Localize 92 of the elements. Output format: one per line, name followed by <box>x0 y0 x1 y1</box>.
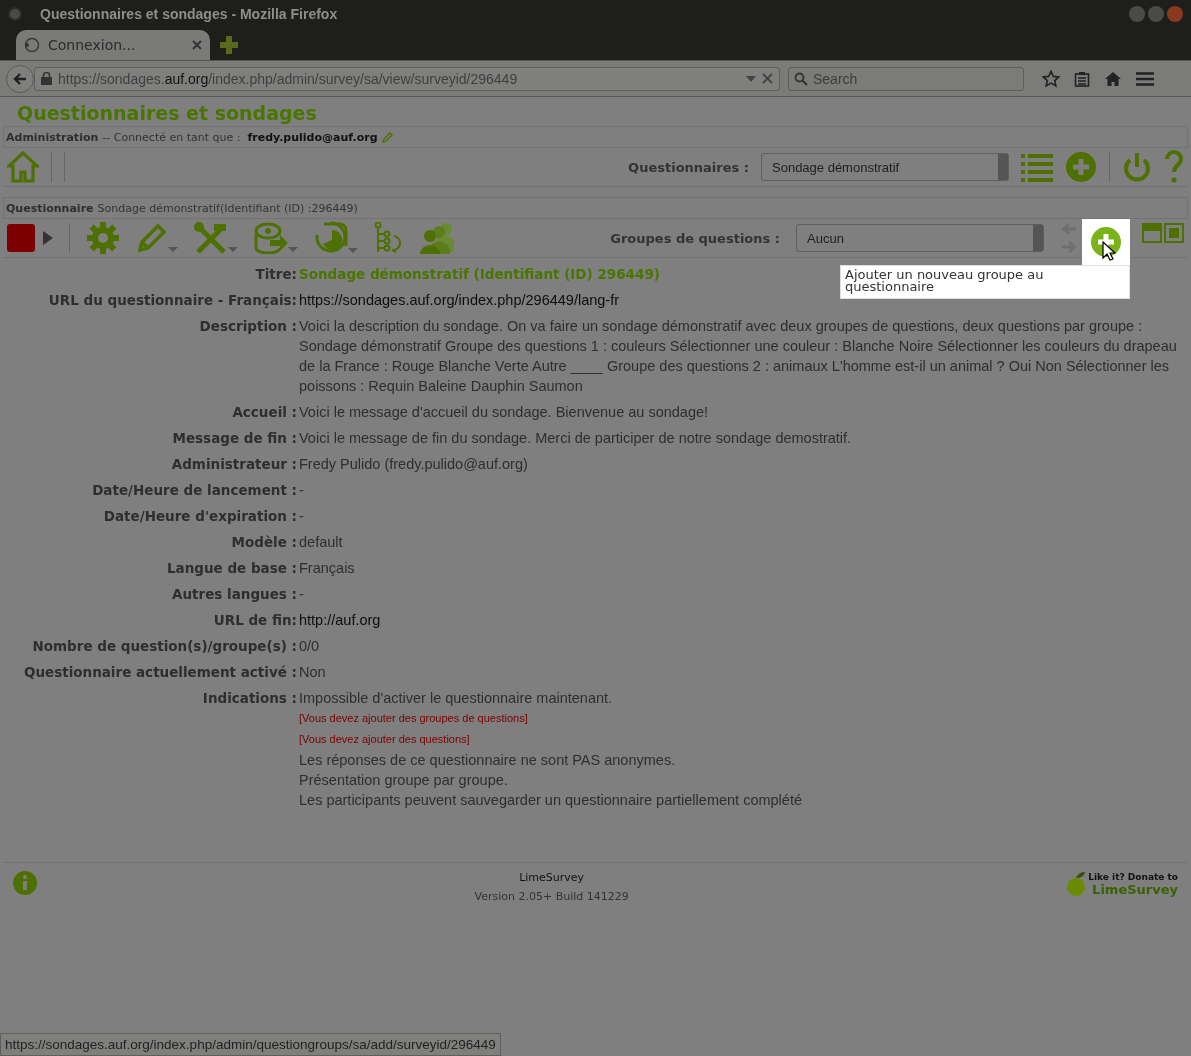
field-value: 0/0 <box>299 637 320 656</box>
close-button[interactable] <box>1167 6 1183 22</box>
layout-icon[interactable] <box>1142 223 1184 243</box>
loading-icon <box>24 37 40 53</box>
info-icon[interactable] <box>13 871 37 895</box>
field-label: URL de fin: <box>212 611 298 630</box>
tree-icon[interactable] <box>374 222 404 254</box>
minimize-button[interactable] <box>1129 6 1145 22</box>
settings-icon[interactable] <box>86 221 120 255</box>
donate-link[interactable]: Like it? Donate to LimeSurvey <box>1066 871 1178 897</box>
field-label: Message de fin : <box>171 429 298 448</box>
survey-select-label: Questionnaires : <box>628 159 749 175</box>
field-label: Questionnaire actuellement activé : <box>22 663 298 682</box>
field-label: Langue de base : <box>165 559 298 578</box>
survey-select[interactable]: Sondage démonstratif <box>761 153 1009 181</box>
field-value: Non <box>299 663 326 682</box>
question-group-select[interactable]: Aucun <box>796 224 1044 252</box>
warning-text: [Vous devez ajouter des questions] <box>299 732 470 747</box>
field-value: - <box>299 507 304 526</box>
field-value: Fredy Pulido (fredy.pulido@auf.org) <box>299 455 528 474</box>
field-label: Autres langues : <box>171 585 298 604</box>
play-icon[interactable] <box>43 231 53 245</box>
field-label: Nombre de question(s)/groupe(s) : <box>31 637 298 656</box>
field-value: Les participants peuvent sauvegarder un questionnaire partiellement complété <box>299 791 802 810</box>
field-value: http://auf.org <box>299 611 381 630</box>
menu-icon[interactable] <box>1136 71 1154 86</box>
field-value: Voici le message de fin du sondage. Merci de participer de notre sondage demostratif. <box>299 429 852 448</box>
field-value: Impossible d'activer le questionnaire maintenant. <box>299 689 613 708</box>
star-icon[interactable] <box>1042 69 1060 88</box>
caret-icon[interactable] <box>168 247 178 252</box>
back-button[interactable] <box>6 64 34 93</box>
new-tab-icon[interactable] <box>220 36 238 54</box>
field-label: Accueil : <box>231 403 298 422</box>
field-value: default <box>299 533 343 552</box>
close-tab-icon[interactable] <box>192 40 202 50</box>
caret-icon[interactable] <box>348 248 358 253</box>
cursor-icon <box>1102 241 1116 261</box>
field-value: Présentation groupe par groupe. <box>299 771 508 790</box>
stop-icon[interactable] <box>7 224 35 252</box>
clear-icon[interactable] <box>762 73 773 84</box>
section-label: Questionnaire <box>6 201 94 215</box>
address-bar[interactable]: https://sondages.auf.org/index.php/admin/survey/sa/view/surveyid/296449 <box>34 66 780 91</box>
field-value: - <box>299 481 304 500</box>
field-value: Sondage démonstratif (Identifiant (ID) 296449) <box>299 265 660 284</box>
pie-chart-icon[interactable] <box>314 221 348 255</box>
field-label: Modèle : <box>230 533 298 552</box>
login-status: -- Connecté en tant que : <box>102 130 241 144</box>
list-icon[interactable] <box>1021 152 1053 182</box>
app-title: Questionnaires et sondages <box>16 101 318 126</box>
username: fredy.pulido@auf.org <box>247 130 378 144</box>
users-icon[interactable] <box>420 222 454 254</box>
tools-icon[interactable] <box>194 222 228 254</box>
window-title: Questionnaires et sondages - Mozilla Firefox <box>40 6 338 22</box>
field-label: Titre: <box>254 265 298 284</box>
search-field[interactable]: Search <box>788 66 1024 91</box>
home-icon[interactable] <box>1104 70 1122 87</box>
field-value: Français <box>299 559 355 578</box>
question-group-select-label: Groupes de questions : <box>610 230 780 246</box>
warning-text: [Vous devez ajouter des groupes de questions] <box>299 711 528 726</box>
search-icon <box>794 71 808 86</box>
eye-export-icon[interactable] <box>254 222 288 254</box>
maximize-button[interactable] <box>1148 6 1164 22</box>
field-label: Administrateur : <box>170 455 298 474</box>
survey-name: Sondage démonstratif(Identifiant (ID) :296449) <box>97 201 358 215</box>
caret-icon[interactable] <box>288 247 298 252</box>
power-icon[interactable] <box>1122 151 1152 183</box>
browser-tab[interactable]: Connexion... <box>16 30 210 60</box>
lock-icon <box>41 72 52 85</box>
section-label: Administration <box>6 130 99 144</box>
window-menu-icon[interactable] <box>8 7 22 21</box>
lime-icon <box>1066 871 1087 897</box>
footer-app-name: LimeSurvey <box>519 871 585 884</box>
status-url: https://sondages.auf.org/index.php/admin/questiongroups/sa/add/surveyid/296449 <box>0 1033 501 1056</box>
back-arrow-icon[interactable] <box>12 70 28 87</box>
version-text: Version 2.05+ Build 141229 <box>474 890 629 903</box>
field-label: Indications : <box>201 689 298 708</box>
pencil-icon[interactable] <box>136 222 168 254</box>
caret-icon[interactable] <box>228 247 238 252</box>
tooltip: Ajouter un nouveau groupe au questionnaire <box>840 265 1130 299</box>
field-label: Description : <box>198 317 298 336</box>
dropdown-arrow-icon[interactable] <box>746 75 756 82</box>
pencil-icon[interactable] <box>381 131 393 143</box>
field-value: - <box>299 585 304 604</box>
field-value: Les réponses de ce questionnaire ne sont PAS anonymes. <box>299 751 676 770</box>
clipboard-list-icon[interactable] <box>1074 70 1090 87</box>
field-value: Voici le message d'accueil du sondage. Bienvenue au sondage! <box>299 403 709 422</box>
field-value: https://sondages.auf.org/index.php/296449/lang-fr <box>299 291 620 310</box>
field-label: Date/Heure de lancement : <box>91 481 298 500</box>
field-label: Date/Heure d'expiration : <box>102 507 298 526</box>
help-icon[interactable] <box>1164 150 1184 184</box>
field-value: Voici la description du sondage. On va faire un sondage démonstratif avec deux groupes de questions, deux questions par groupe : Sondage démonstratif Groupe des questions 1 : couleurs Sélectionner une couleur : Blanche Noire Sélectionner les couleurs du drapeau de la France : Rouge Blanche Verte Autre ____ Groupe des questions 2 : animaux L'homme est-il un animal ? Oui Non Sélectionner les poissons : Requin Baleine Dauphin Saumon <box>299 317 1178 396</box>
field-label: URL du questionnaire - Français: <box>47 291 298 310</box>
